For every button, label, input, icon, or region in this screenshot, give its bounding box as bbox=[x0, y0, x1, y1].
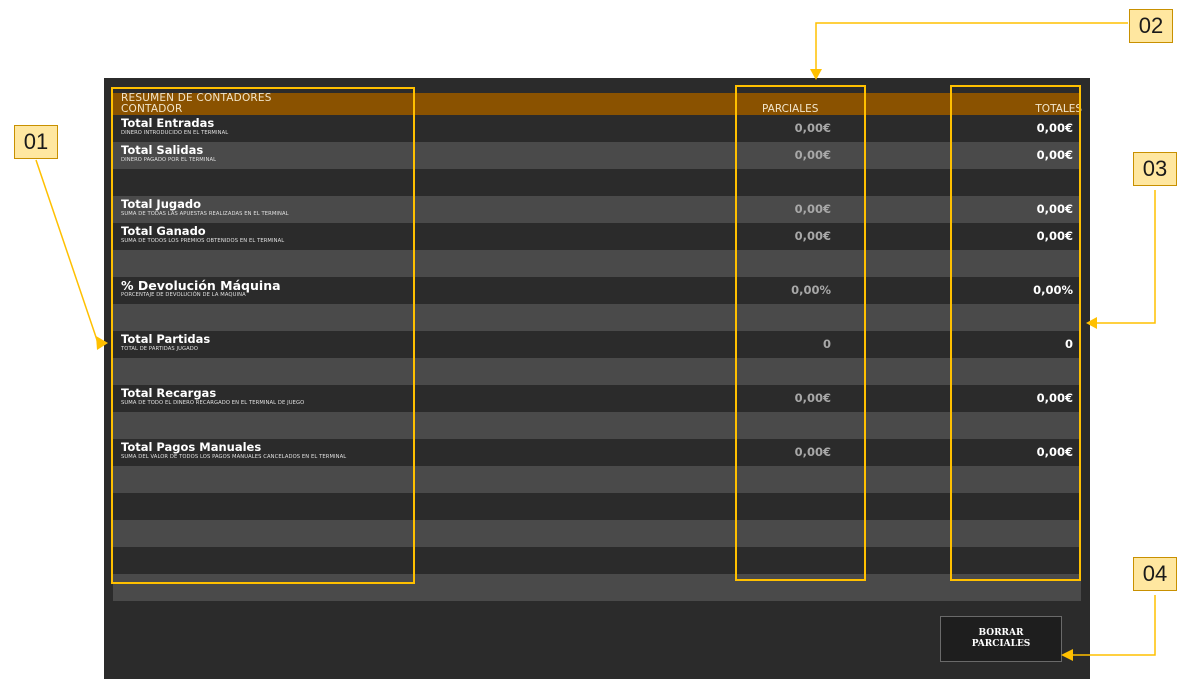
callout-02: 02 bbox=[1129, 9, 1173, 43]
callout-04: 04 bbox=[1133, 557, 1177, 591]
callout-leader-lines bbox=[35, 22, 1156, 661]
callout-01: 01 bbox=[14, 125, 58, 159]
callout-03: 03 bbox=[1133, 152, 1177, 186]
